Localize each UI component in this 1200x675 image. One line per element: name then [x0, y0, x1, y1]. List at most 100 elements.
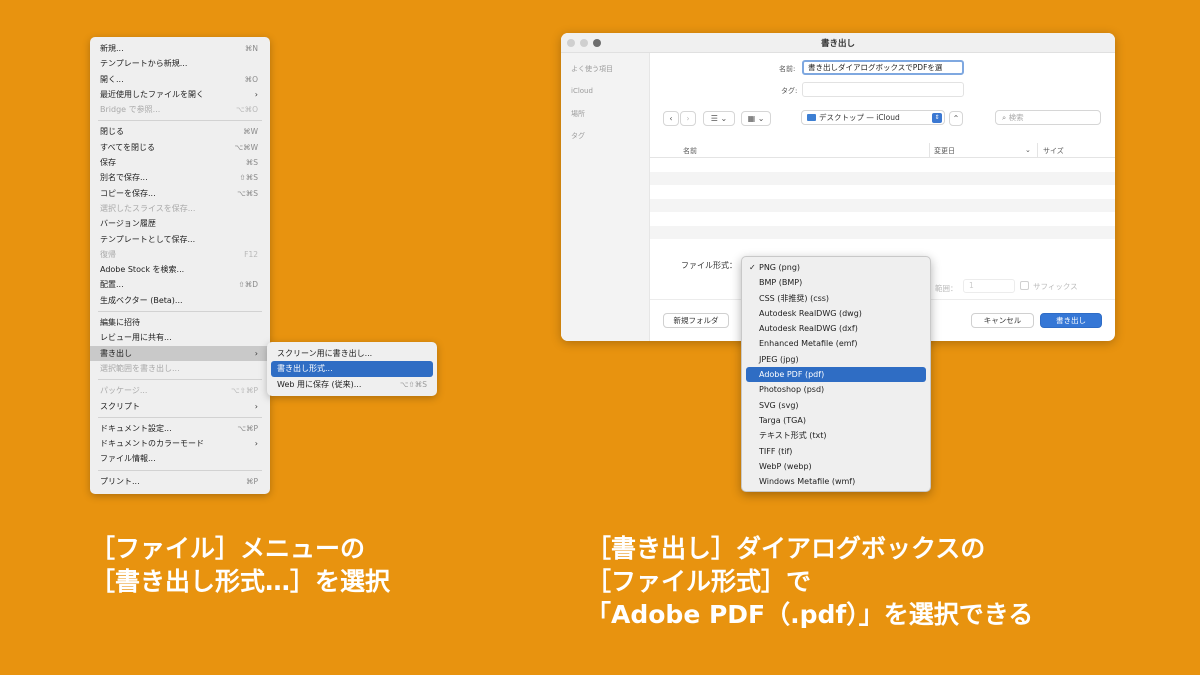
list-row: [650, 239, 1115, 249]
submenu-item-export-as[interactable]: 書き出し形式...: [271, 361, 433, 377]
format-option[interactable]: ✓ PNG (png): [746, 260, 926, 275]
format-option[interactable]: WebP (webp): [746, 459, 926, 474]
file-format-dropdown[interactable]: ✓ PNG (png) BMP (BMP) CSS (非推奨) (css) Autode…: [741, 256, 931, 492]
forward-button[interactable]: ›: [680, 111, 696, 126]
sidebar-item-locations[interactable]: 場所: [571, 109, 585, 119]
sidebar-item-favorites[interactable]: よく使う項目: [571, 64, 613, 74]
column-header-name[interactable]: 名前: [683, 146, 697, 156]
menu-item-package: パッケージ... ⌥⇧⌘P: [100, 386, 258, 396]
menu-separator: [98, 379, 262, 381]
menu-item-open[interactable]: 開く... ⌘O: [90, 72, 270, 87]
sidebar-item-icloud[interactable]: iCloud: [571, 87, 593, 95]
column-divider: [1037, 143, 1038, 158]
new-folder-button[interactable]: 新規フォルダ: [663, 313, 729, 328]
sidebar-item-tags[interactable]: タグ: [571, 131, 585, 141]
format-option[interactable]: Autodesk RealDWG (dxf): [746, 321, 926, 336]
menu-item-place[interactable]: 配置... ⇧⌘D: [90, 277, 270, 292]
format-option-label: Targa (TGA): [759, 415, 806, 425]
suffix-checkbox[interactable]: [1020, 281, 1029, 290]
back-button[interactable]: ‹: [663, 111, 679, 126]
format-option[interactable]: Autodesk RealDWG (dwg): [746, 306, 926, 321]
chevron-up-icon: ⌃: [952, 114, 960, 123]
format-option-label: JPEG (jpg): [759, 354, 799, 364]
menu-item-print[interactable]: プリント... ⌘P: [90, 474, 270, 489]
format-option[interactable]: TIFF (tif): [746, 444, 926, 459]
menu-item-save-as[interactable]: 別名で保存... ⇧⌘S: [90, 170, 270, 185]
menu-item-scripts[interactable]: スクリプト ›: [90, 399, 270, 414]
menu-item-generative-vector[interactable]: 生成ベクター (Beta)...: [90, 293, 270, 308]
search-field[interactable]: ⌕ 検索: [995, 110, 1101, 125]
list-view-button[interactable]: ☰ ⌄: [703, 111, 735, 126]
format-option[interactable]: JPEG (jpg): [746, 352, 926, 367]
column-header-size[interactable]: サイズ: [1043, 146, 1064, 156]
folder-icon: [807, 114, 816, 121]
tag-label: タグ:: [781, 87, 798, 95]
format-option[interactable]: BMP (BMP): [746, 275, 926, 290]
menu-item-document-color-mode[interactable]: ドキュメントのカラーモード ›: [90, 436, 270, 451]
menu-item-file-info[interactable]: ファイル情報...: [90, 451, 270, 466]
dialog-sidebar: よく使う項目 iCloud 場所 タグ: [561, 53, 650, 341]
format-option[interactable]: SVG (svg): [746, 398, 926, 413]
up-down-arrows-icon: ⇕: [932, 113, 942, 123]
filename-input[interactable]: 書き出しダイアログボックスでPDFを選: [802, 60, 964, 75]
menu-item-new-from-template[interactable]: テンプレートから新規...: [90, 56, 270, 71]
chevron-right-icon: ›: [254, 348, 258, 358]
tag-input[interactable]: [802, 82, 964, 97]
format-option[interactable]: テキスト形式 (txt): [746, 428, 926, 443]
range-label: 範囲：: [935, 284, 958, 293]
menu-item-export[interactable]: 書き出し ›: [90, 345, 270, 361]
menu-item-search-adobe-stock[interactable]: Adobe Stock を検索...: [90, 262, 270, 277]
menu-item-close-all[interactable]: すべてを閉じる ⌥⌘W: [90, 140, 270, 155]
menu-item-document-setup[interactable]: ドキュメント設定... ⌥⌘P: [90, 421, 270, 436]
menu-item-close[interactable]: 閉じる ⌘W: [90, 124, 270, 139]
menu-item-version-history[interactable]: バージョン履歴: [90, 216, 270, 231]
export-button[interactable]: 書き出し: [1040, 313, 1102, 328]
format-option[interactable]: Adobe PDF (pdf): [746, 367, 926, 383]
menu-item-new[interactable]: 新規... ⌘N: [90, 41, 270, 56]
caption-left: ［ファイル］メニューの ［書き出し形式…］を選択: [90, 532, 390, 598]
search-placeholder: 検索: [1008, 113, 1024, 122]
file-list[interactable]: 名前 変更日 ⌄ サイズ: [650, 143, 1115, 249]
format-option[interactable]: Photoshop (psd): [746, 382, 926, 397]
menu-item-revert: 復帰 F12: [100, 249, 258, 259]
menu-item-save-copy[interactable]: コピーを保存... ⌥⌘S: [90, 186, 270, 201]
list-row: [650, 212, 1115, 226]
format-option-label: TIFF (tif): [759, 446, 793, 456]
column-header-modified[interactable]: 変更日: [934, 146, 955, 156]
submenu-item-save-for-web[interactable]: Web 用に保存 (従来)... ⌥⇧⌘S: [271, 377, 433, 392]
menu-item-save[interactable]: 保存 ⌘S: [90, 155, 270, 170]
menu-item-save-as-template[interactable]: テンプレートとして保存...: [90, 232, 270, 247]
list-row: [650, 185, 1115, 199]
list-row: [650, 158, 1115, 172]
format-option-label: Windows Metafile (wmf): [759, 477, 856, 487]
format-option-label: Photoshop (psd): [759, 385, 825, 395]
column-divider: [929, 143, 930, 158]
submenu-item-export-for-screens[interactable]: スクリーン用に書き出し...: [271, 346, 433, 361]
chevron-left-icon: ‹: [669, 114, 673, 123]
menu-item-invite-to-edit[interactable]: 編集に招待: [90, 315, 270, 330]
menu-item-share-for-review[interactable]: レビュー用に共有...: [90, 330, 270, 345]
format-option[interactable]: Enhanced Metafile (emf): [746, 336, 926, 351]
chevron-right-icon: ›: [254, 401, 258, 411]
checkmark-icon: ✓: [749, 263, 756, 272]
menu-item-save-selected-slices: 選択したスライスを保存...: [100, 203, 196, 213]
format-option[interactable]: Targa (TGA): [746, 413, 926, 428]
expand-dialog-button[interactable]: ⌃: [949, 111, 963, 126]
format-option[interactable]: CSS (非推奨) (css): [746, 291, 926, 306]
caption-line: ［書き出し］ダイアログボックスの: [586, 534, 986, 563]
list-header: 名前 変更日 ⌄ サイズ: [650, 143, 1115, 158]
format-option-label: SVG (svg): [759, 400, 799, 410]
location-popup[interactable]: デスクトップ — iCloud ⇕: [801, 110, 945, 125]
chevron-right-icon: ›: [254, 439, 258, 449]
cancel-button[interactable]: キャンセル: [971, 313, 1034, 328]
format-option[interactable]: Windows Metafile (wmf): [746, 474, 926, 489]
menu-item-open-recent[interactable]: 最近使用したファイルを開く ›: [90, 87, 270, 102]
menu-separator: [98, 311, 262, 313]
format-option-label: Autodesk RealDWG (dwg): [759, 308, 862, 318]
range-input[interactable]: 1: [963, 279, 1015, 293]
caption-line: ［書き出し形式…］を選択: [90, 567, 391, 596]
caption-line: 「Adobe PDF（.pdf）」を選択できる: [586, 600, 1034, 629]
grid-view-button[interactable]: ▦ ⌄: [741, 111, 771, 126]
dialog-titlebar: 書き出し: [561, 33, 1115, 53]
format-option-label: BMP (BMP): [759, 278, 803, 288]
